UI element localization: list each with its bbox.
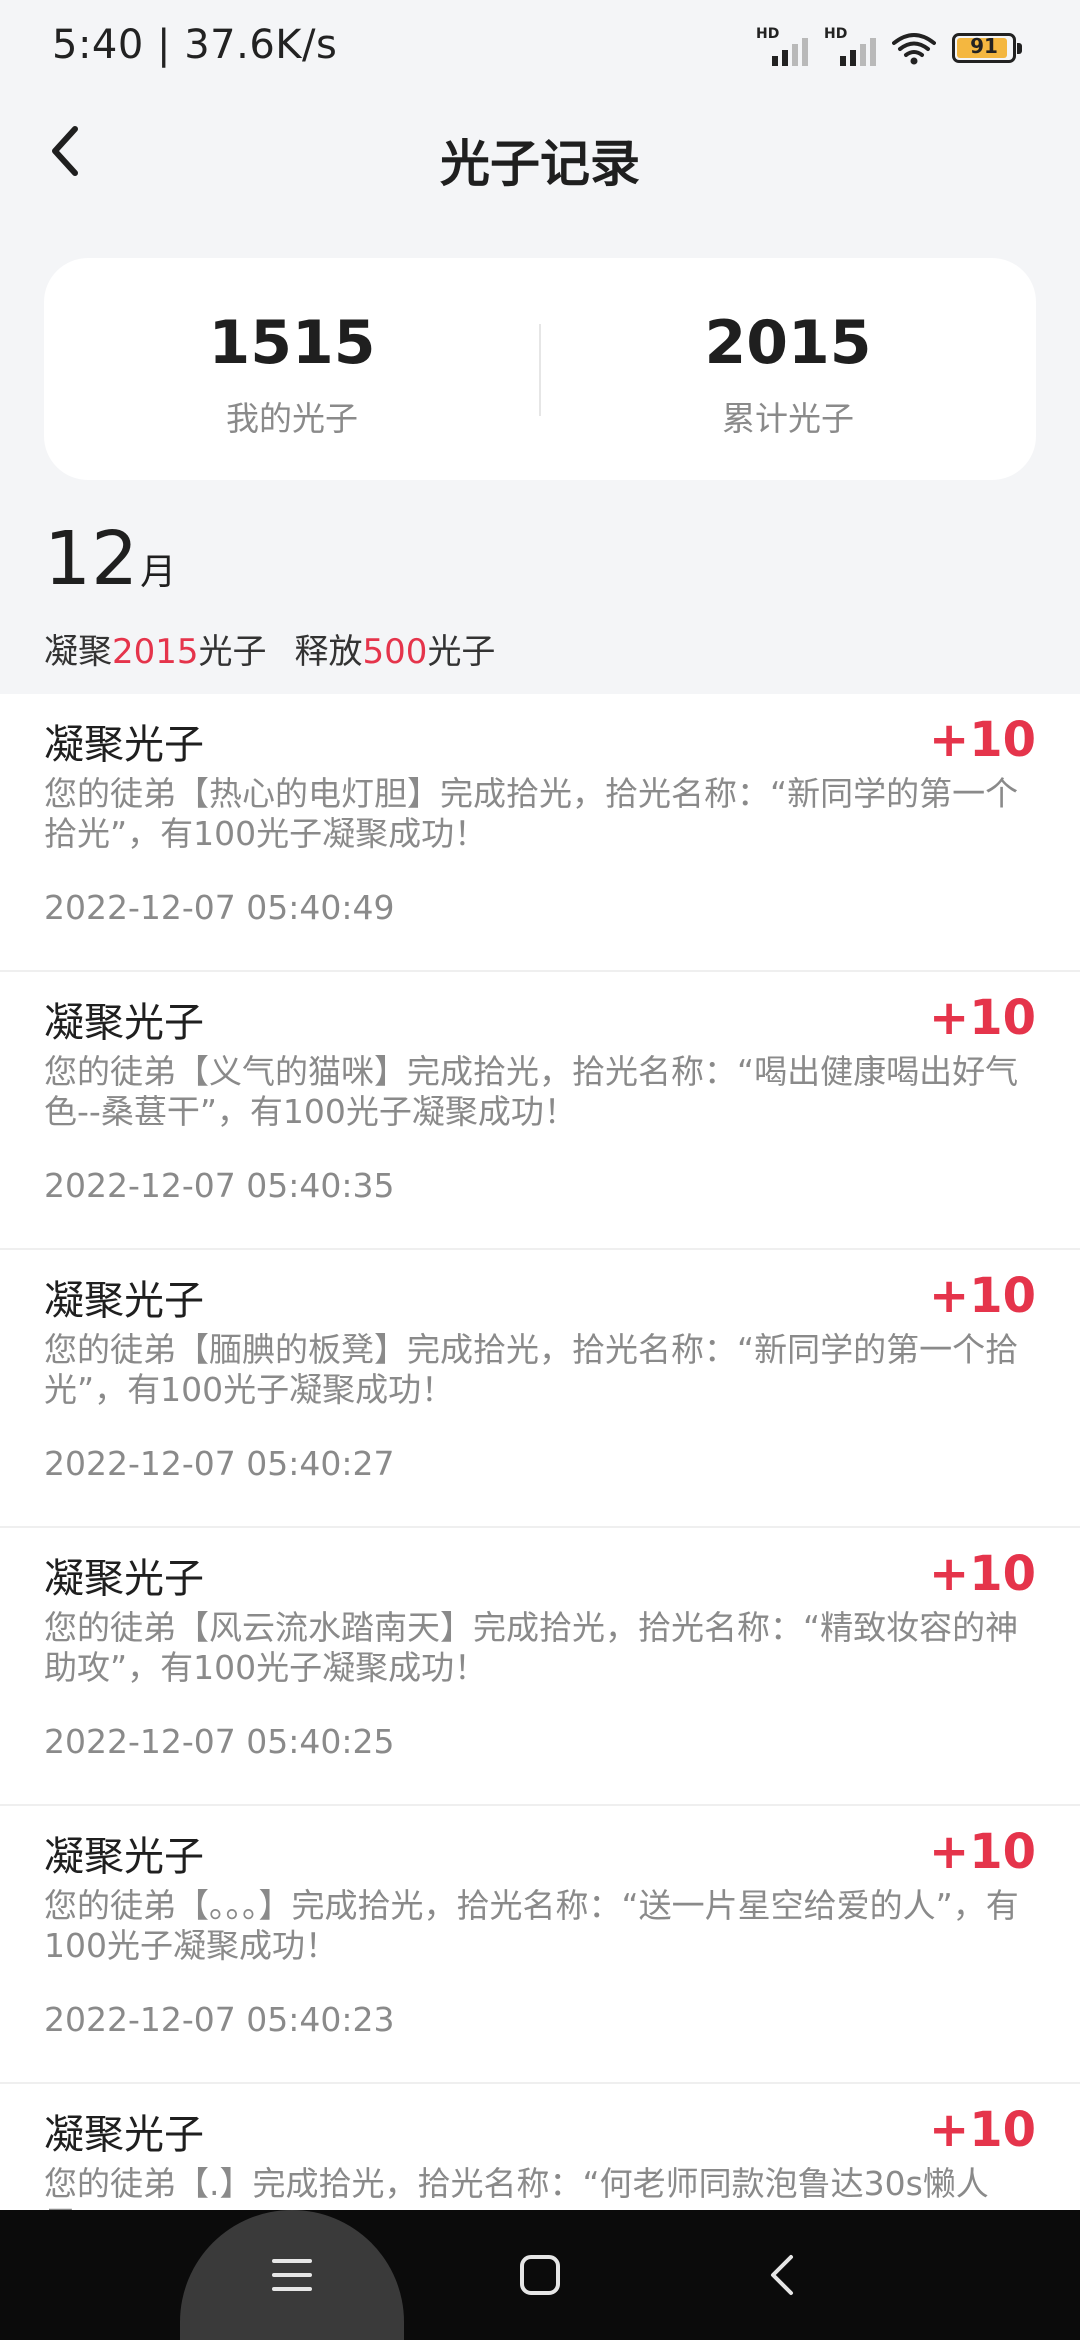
- back-triangle-icon: [771, 2255, 793, 2295]
- system-back-button[interactable]: [742, 2245, 822, 2305]
- page-title: 光子记录: [440, 135, 640, 193]
- my-photons-stat: 1515 我的光子: [44, 258, 540, 480]
- record-title: 凝聚光子: [44, 1000, 204, 1046]
- menu-icon: [272, 2259, 312, 2291]
- total-photons-value: 2015: [704, 308, 872, 378]
- record-time: 2022-12-07 05:40:35: [44, 1166, 395, 1205]
- battery-icon: 91: [952, 33, 1022, 63]
- record-amount: +10: [928, 712, 1036, 768]
- record-description: 您的徒弟【。。。】完成拾光，拾光名称：“送一片星空给爱的人”，有100光子凝聚成…: [44, 1886, 1019, 1965]
- gather-suffix: 光子: [198, 632, 267, 672]
- record-title: 凝聚光子: [44, 1278, 204, 1324]
- list-item[interactable]: 凝聚光子 +10 您的徒弟【.】完成拾光，拾光名称：“何老师同款泡鲁达30s懒人…: [0, 2084, 1080, 2210]
- record-title: 凝聚光子: [44, 722, 204, 768]
- release-suffix: 光子: [427, 632, 496, 672]
- record-title: 凝聚光子: [44, 1556, 204, 1602]
- list-item[interactable]: 凝聚光子 +10 您的徒弟【热心的电灯胆】完成拾光，拾光名称：“新同学的第一个拾…: [0, 694, 1080, 972]
- cellular-signal-icon: HD: [824, 26, 876, 66]
- record-title: 凝聚光子: [44, 2112, 204, 2158]
- total-photons-stat: 2015 累计光子: [540, 258, 1036, 480]
- record-amount: +10: [928, 1824, 1036, 1880]
- month-summary: 凝聚2015光子 释放500光子: [44, 624, 495, 673]
- status-time: 5:40 | 37.6K/s: [52, 22, 338, 68]
- month-unit: 月: [140, 552, 177, 593]
- menu-button[interactable]: [252, 2245, 332, 2305]
- record-description: 您的徒弟【.】完成拾光，拾光名称：“何老师同款泡鲁达30s懒人早: [44, 2164, 989, 2210]
- record-time: 2022-12-07 05:40:27: [44, 1444, 395, 1483]
- records-list[interactable]: 凝聚光子 +10 您的徒弟【热心的电灯胆】完成拾光，拾光名称：“新同学的第一个拾…: [0, 694, 1080, 2210]
- home-square-icon: [520, 2255, 560, 2295]
- record-time: 2022-12-07 05:40:49: [44, 888, 395, 927]
- record-description: 您的徒弟【热心的电灯胆】完成拾光，拾光名称：“新同学的第一个拾光”，有100光子…: [44, 774, 1019, 853]
- record-description: 您的徒弟【腼腆的板凳】完成拾光，拾光名称：“新同学的第一个拾光”，有100光子凝…: [44, 1330, 1019, 1409]
- my-photons-label: 我的光子: [226, 399, 358, 438]
- gather-prefix: 凝聚: [44, 632, 112, 672]
- record-amount: +10: [928, 2102, 1036, 2158]
- list-item[interactable]: 凝聚光子 +10 您的徒弟【义气的猫咪】完成拾光，拾光名称：“喝出健康喝出好气色…: [0, 972, 1080, 1250]
- month-heading: 12月: [44, 516, 176, 602]
- status-bar: 5:40 | 37.6K/s HD HD 91: [0, 0, 1080, 96]
- battery-level: 91: [970, 34, 998, 58]
- record-amount: +10: [928, 1268, 1036, 1324]
- list-item[interactable]: 凝聚光子 +10 您的徒弟【风云流水踏南天】完成拾光，拾光名称：“精致妆容的神助…: [0, 1528, 1080, 1806]
- nav-bar: 光子记录: [0, 96, 1080, 206]
- month-number: 12: [44, 516, 139, 602]
- cellular-signal-icon: HD: [756, 26, 808, 66]
- list-item[interactable]: 凝聚光子 +10 您的徒弟【。。。】完成拾光，拾光名称：“送一片星空给爱的人”，…: [0, 1806, 1080, 2084]
- release-value: 500: [362, 632, 428, 672]
- record-description: 您的徒弟【义气的猫咪】完成拾光，拾光名称：“喝出健康喝出好气色--桑葚干”，有1…: [44, 1052, 1019, 1131]
- record-time: 2022-12-07 05:40:23: [44, 2000, 395, 2039]
- total-photons-label: 累计光子: [722, 399, 854, 438]
- release-prefix: 释放: [294, 632, 363, 672]
- record-amount: +10: [928, 1546, 1036, 1602]
- home-button[interactable]: [500, 2245, 580, 2305]
- record-description: 您的徒弟【风云流水踏南天】完成拾光，拾光名称：“精致妆容的神助攻”，有100光子…: [44, 1608, 1019, 1687]
- record-title: 凝聚光子: [44, 1834, 204, 1880]
- list-item[interactable]: 凝聚光子 +10 您的徒弟【腼腆的板凳】完成拾光，拾光名称：“新同学的第一个拾光…: [0, 1250, 1080, 1528]
- my-photons-value: 1515: [208, 308, 376, 378]
- wifi-icon: [892, 31, 936, 65]
- status-icons: HD HD 91: [756, 26, 1022, 66]
- gather-value: 2015: [112, 632, 199, 672]
- record-time: 2022-12-07 05:40:25: [44, 1722, 395, 1761]
- stats-card: 1515 我的光子 2015 累计光子: [44, 258, 1036, 480]
- record-amount: +10: [928, 990, 1036, 1046]
